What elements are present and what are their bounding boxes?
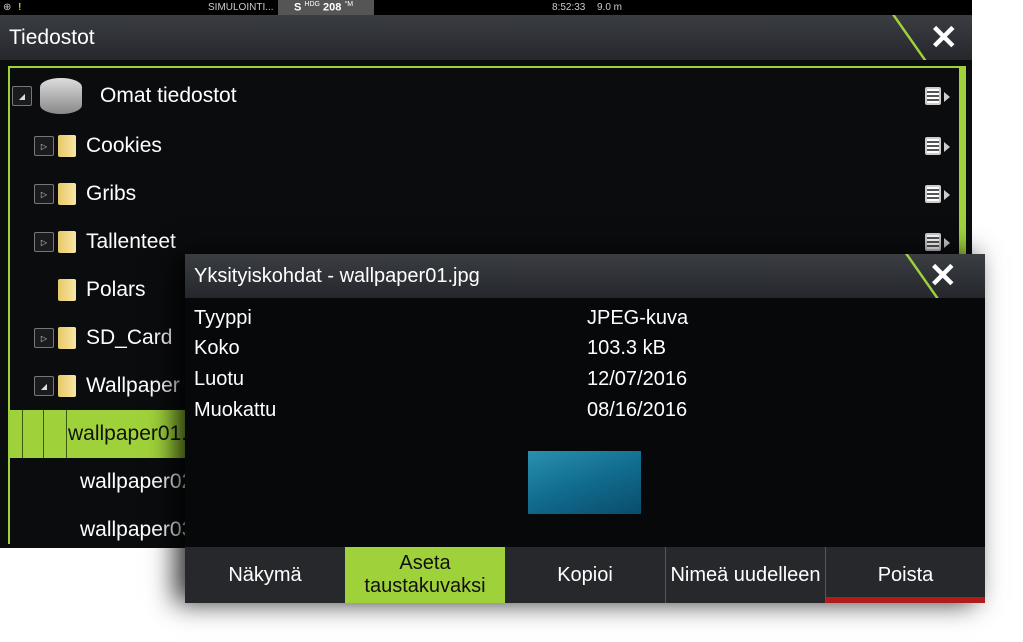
files-titlebar: Tiedostot ✕ <box>0 15 972 60</box>
tree-item-cookies[interactable]: ▷ Cookies <box>10 122 959 170</box>
image-preview <box>528 451 641 514</box>
collapse-icon[interactable]: ◢ <box>34 376 54 396</box>
folder-icon <box>58 375 76 397</box>
alarm-icon[interactable]: ! <box>18 2 21 13</box>
folder-icon <box>58 183 76 205</box>
close-icon: ✕ <box>929 18 959 57</box>
set-wallpaper-button[interactable]: Aseta taustakuvaksi <box>345 547 505 603</box>
detail-key: Koko <box>194 337 240 359</box>
time: 8:52:33 <box>552 2 586 13</box>
detail-key: Tyyppi <box>194 307 252 329</box>
delete-button[interactable]: Poista <box>825 547 985 603</box>
tree-root[interactable]: ◢ Omat tiedostot <box>10 72 959 120</box>
expand-icon[interactable]: ▷ <box>34 328 54 348</box>
menu-icon[interactable] <box>925 233 950 251</box>
window-title: Tiedostot <box>9 25 95 49</box>
dialog-titlebar: Yksityiskohdat - wallpaper01.jpg ✕ <box>185 254 985 298</box>
heading-readout[interactable]: S HDG 208 °M <box>278 0 374 15</box>
menu-icon[interactable] <box>925 87 950 105</box>
collapse-icon[interactable]: ◢ <box>12 86 32 106</box>
folder-icon <box>58 135 76 157</box>
detail-key: Luotu <box>194 368 245 390</box>
folder-icon <box>58 279 76 301</box>
folder-icon <box>58 327 76 349</box>
expand-icon[interactable]: ▷ <box>34 232 54 252</box>
detail-value: 103.3 kB <box>587 337 666 359</box>
source-label: SIMULOINTI... <box>208 2 274 13</box>
close-icon: ✕ <box>928 257 958 295</box>
expand-icon[interactable]: ▷ <box>34 136 54 156</box>
detail-value: 08/16/2016 <box>587 399 688 421</box>
globe-icon[interactable]: ⊕ <box>3 2 11 13</box>
tree-item-gribs[interactable]: ▷ Gribs <box>10 170 959 218</box>
action-bar: Näkymä Aseta taustakuvaksi Kopioi Nimeä … <box>185 547 985 603</box>
detail-value: 12/07/2016 <box>587 368 688 390</box>
status-bar: ⊕ ! SIMULOINTI... S HDG 208 °M 8:52:33 9… <box>0 0 972 15</box>
database-icon <box>40 78 82 114</box>
menu-icon[interactable] <box>925 137 950 155</box>
details-dialog: Yksityiskohdat - wallpaper01.jpg ✕ Tyypp… <box>185 254 985 603</box>
depth: 9.0 m <box>597 2 623 13</box>
menu-icon[interactable] <box>925 185 950 203</box>
dialog-close-button[interactable]: ✕ <box>895 254 985 298</box>
close-button[interactable]: ✕ <box>882 15 972 60</box>
copy-button[interactable]: Kopioi <box>505 547 665 603</box>
detail-key: Muokattu <box>194 399 277 421</box>
expand-icon[interactable]: ▷ <box>34 184 54 204</box>
view-button[interactable]: Näkymä <box>185 547 345 603</box>
folder-icon <box>58 231 76 253</box>
rename-button[interactable]: Nimeä uudelleen <box>665 547 825 603</box>
detail-value: JPEG-kuva <box>587 307 689 329</box>
dialog-title: Yksityiskohdat - wallpaper01.jpg <box>194 264 480 287</box>
